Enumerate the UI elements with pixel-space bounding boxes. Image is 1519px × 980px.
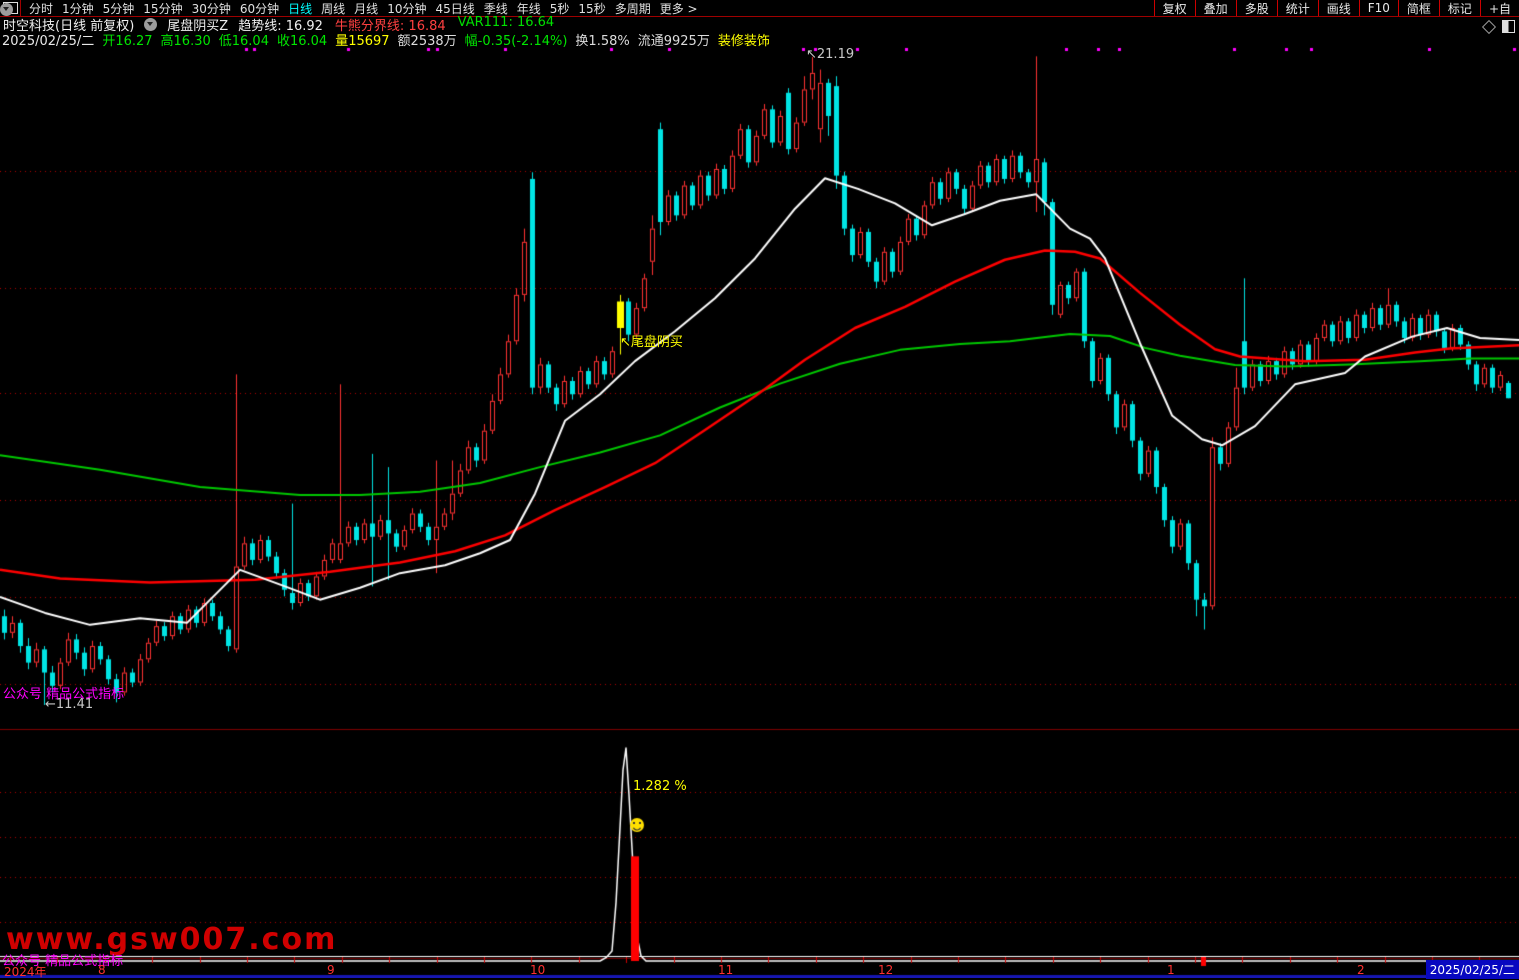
quote-field: 装修装饰 bbox=[718, 30, 770, 49]
toolbar-button-+自[interactable]: +自 bbox=[1480, 0, 1519, 16]
quote-field: 流通9925万 bbox=[638, 30, 710, 49]
peak-price-annotation: ↖21.19 bbox=[806, 47, 854, 62]
quote-field: 2025/02/25/二 bbox=[2, 30, 94, 49]
axis-current-date[interactable]: 2025/02/25/二 bbox=[1426, 960, 1519, 979]
toolbar-button-复权[interactable]: 复权 bbox=[1154, 0, 1195, 16]
toolbar-button-多股[interactable]: 多股 bbox=[1236, 0, 1277, 16]
axis-label-12: 12 bbox=[878, 963, 893, 977]
wechat-watermark-chart: 公众号 精品公式指标 bbox=[3, 683, 124, 702]
quote-field: 收16.04 bbox=[277, 30, 327, 49]
axis-label-8: 8 bbox=[98, 963, 106, 977]
quote-field: 低16.04 bbox=[219, 30, 269, 49]
axis-label-9: 9 bbox=[327, 963, 335, 977]
toolbar-button-简框[interactable]: 简框 bbox=[1398, 0, 1439, 16]
toolbar-button-统计[interactable]: 统计 bbox=[1277, 0, 1318, 16]
spike-value-annotation: 1.282 % bbox=[633, 779, 687, 794]
period-item-多周期[interactable]: 多周期 bbox=[615, 0, 651, 17]
period-item-更多 >[interactable]: 更多 > bbox=[660, 0, 698, 17]
quote-field: 换1.58% bbox=[575, 30, 629, 49]
axis-label-1: 1 bbox=[1167, 963, 1175, 977]
toolbar-button-画线[interactable]: 画线 bbox=[1318, 0, 1359, 16]
sub-indicator-collapse-icon[interactable] bbox=[0, 3, 13, 16]
quote-field: 幅-0.35(-2.14%) bbox=[465, 30, 568, 49]
quote-field: 开16.27 bbox=[102, 30, 152, 49]
quote-bar: 2025/02/25/二开16.27 高16.30 低16.04 收16.04 量156… bbox=[0, 32, 1519, 47]
axis-label-10: 10 bbox=[530, 963, 545, 977]
quote-field: 高16.30 bbox=[161, 30, 211, 49]
quote-field: 量15697 bbox=[335, 30, 389, 49]
toolbar-button-F10[interactable]: F10 bbox=[1359, 0, 1398, 16]
axis-label-2024年: 2024年 bbox=[4, 963, 47, 980]
toolbar-button-标记[interactable]: 标记 bbox=[1439, 0, 1480, 16]
toolbar-button-叠加[interactable]: 叠加 bbox=[1195, 0, 1236, 16]
period-item-15秒[interactable]: 15秒 bbox=[578, 0, 605, 17]
toolbar: 复权叠加多股统计画线F10简框标记+自 bbox=[1154, 0, 1519, 16]
app-window: 分时1分钟5分钟15分钟30分钟60分钟日线周线月线10分钟45日线季线年线5秒… bbox=[0, 0, 1519, 978]
quote-field: 额2538万 bbox=[398, 30, 457, 49]
axis-label-2: 2 bbox=[1357, 963, 1365, 977]
main-chart-canvas[interactable] bbox=[0, 0, 1519, 978]
buy-signal-annotation: ↖尾盘阴买 bbox=[620, 331, 683, 350]
axis-label-11: 11 bbox=[718, 963, 733, 977]
